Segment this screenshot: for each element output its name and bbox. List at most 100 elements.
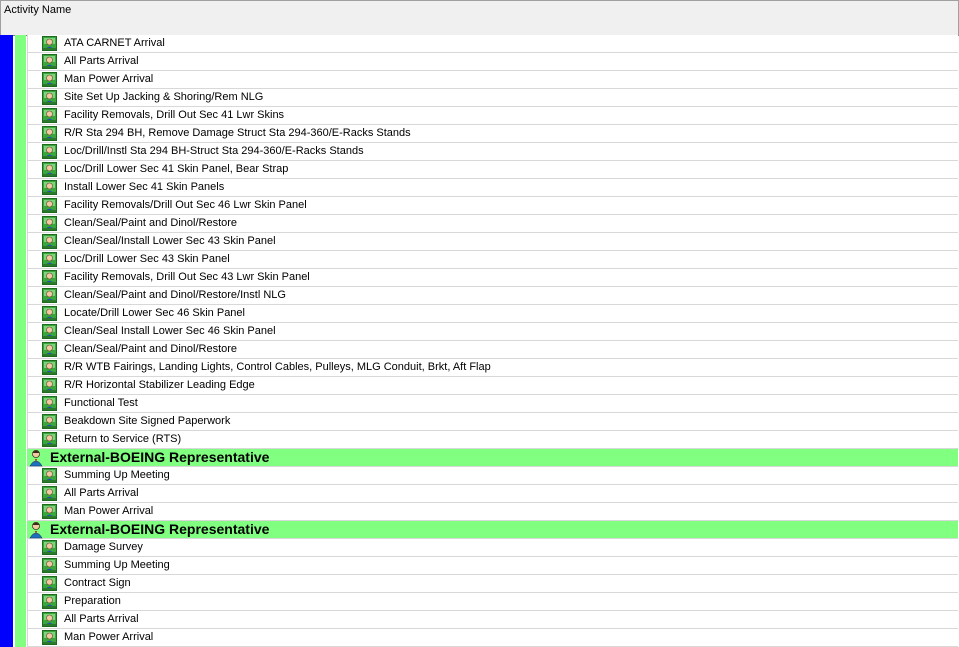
task-person-icon bbox=[42, 360, 57, 375]
activity-name-label: Clean/Seal/Paint and Dinol/Restore bbox=[64, 343, 238, 355]
activity-name-label: Site Set Up Jacking & Shoring/Rem NLG bbox=[64, 91, 264, 103]
row-divider bbox=[27, 503, 28, 521]
activity-row[interactable]: Man Power Arrival bbox=[27, 503, 958, 521]
task-person-icon bbox=[42, 378, 57, 393]
task-person-icon bbox=[42, 630, 57, 645]
activity-name-label: Man Power Arrival bbox=[64, 73, 154, 85]
activity-name-label: Man Power Arrival bbox=[64, 505, 154, 517]
task-person-icon bbox=[42, 144, 57, 159]
activity-row[interactable]: ATA CARNET Arrival bbox=[27, 35, 958, 53]
activity-row[interactable]: Man Power Arrival bbox=[27, 71, 958, 89]
activity-row[interactable]: R/R WTB Fairings, Landing Lights, Contro… bbox=[27, 359, 958, 377]
activity-name-label: All Parts Arrival bbox=[64, 487, 139, 499]
activity-row[interactable]: Summing Up Meeting bbox=[27, 557, 958, 575]
activity-row[interactable]: Clean/Seal Install Lower Sec 46 Skin Pan… bbox=[27, 323, 958, 341]
task-person-icon bbox=[42, 396, 57, 411]
activity-row[interactable]: Facility Removals/Drill Out Sec 46 Lwr S… bbox=[27, 197, 958, 215]
representative-person-icon bbox=[28, 449, 44, 467]
activity-name-label: Clean/Seal/Paint and Dinol/Restore bbox=[64, 217, 238, 229]
activity-name-label: Contract Sign bbox=[64, 577, 131, 589]
row-divider bbox=[27, 89, 28, 107]
activity-name-label: Return to Service (RTS) bbox=[64, 433, 182, 445]
row-divider bbox=[27, 485, 28, 503]
activity-row[interactable]: All Parts Arrival bbox=[27, 53, 958, 71]
activity-row[interactable]: Clean/Seal/Paint and Dinol/Restore/Instl… bbox=[27, 287, 958, 305]
activity-row[interactable]: R/R Sta 294 BH, Remove Damage Struct Sta… bbox=[27, 125, 958, 143]
activity-name-label: Clean/Seal/Paint and Dinol/Restore/Instl… bbox=[64, 289, 286, 301]
task-person-icon bbox=[42, 558, 57, 573]
task-person-icon bbox=[42, 288, 57, 303]
column-header-activity-name[interactable]: Activity Name bbox=[0, 0, 959, 36]
row-divider bbox=[27, 323, 28, 341]
row-divider bbox=[27, 71, 28, 89]
activity-row[interactable]: Facility Removals, Drill Out Sec 43 Lwr … bbox=[27, 269, 958, 287]
activity-row[interactable]: Contract Sign bbox=[27, 575, 958, 593]
activity-name-label: Summing Up Meeting bbox=[64, 469, 170, 481]
group-row[interactable]: External-BOEING Representative bbox=[27, 521, 958, 539]
group-row-label: External-BOEING Representative bbox=[50, 521, 270, 537]
row-divider bbox=[27, 179, 28, 197]
row-divider bbox=[27, 215, 28, 233]
activity-row[interactable]: Beakdown Site Signed Paperwork bbox=[27, 413, 958, 431]
activity-row[interactable]: All Parts Arrival bbox=[27, 611, 958, 629]
activity-row[interactable]: Return to Service (RTS) bbox=[27, 431, 958, 449]
activity-name-label: Loc/Drill Lower Sec 43 Skin Panel bbox=[64, 253, 230, 265]
activity-name-label: Preparation bbox=[64, 595, 121, 607]
activity-name-label: R/R Horizontal Stabilizer Leading Edge bbox=[64, 379, 255, 391]
task-person-icon bbox=[42, 54, 57, 69]
activity-row[interactable]: Clean/Seal/Paint and Dinol/Restore bbox=[27, 215, 958, 233]
activity-row[interactable]: Clean/Seal/Install Lower Sec 43 Skin Pan… bbox=[27, 233, 958, 251]
activity-rows: ATA CARNET Arrival All Parts Arrival Man… bbox=[0, 35, 959, 647]
row-divider bbox=[27, 467, 28, 485]
activity-row[interactable]: Install Lower Sec 41 Skin Panels bbox=[27, 179, 958, 197]
activity-row[interactable]: Man Power Arrival bbox=[27, 629, 958, 647]
activity-name-label: Man Power Arrival bbox=[64, 631, 154, 643]
column-header-label: Activity Name bbox=[4, 4, 72, 16]
task-person-icon bbox=[42, 126, 57, 141]
activity-row[interactable]: Preparation bbox=[27, 593, 958, 611]
task-person-icon bbox=[42, 162, 57, 177]
row-divider bbox=[27, 107, 28, 125]
task-person-icon bbox=[42, 234, 57, 249]
activity-name-label: R/R WTB Fairings, Landing Lights, Contro… bbox=[64, 361, 491, 373]
row-divider bbox=[27, 125, 28, 143]
task-person-icon bbox=[42, 612, 57, 627]
activity-name-label: Locate/Drill Lower Sec 46 Skin Panel bbox=[64, 307, 245, 319]
task-person-icon bbox=[42, 216, 57, 231]
task-person-icon bbox=[42, 594, 57, 609]
activity-row[interactable]: Damage Survey bbox=[27, 539, 958, 557]
task-person-icon bbox=[42, 72, 57, 87]
activity-row[interactable]: Locate/Drill Lower Sec 46 Skin Panel bbox=[27, 305, 958, 323]
row-divider bbox=[27, 431, 28, 449]
activity-name-label: Facility Removals, Drill Out Sec 43 Lwr … bbox=[64, 271, 310, 283]
activity-row[interactable]: Clean/Seal/Paint and Dinol/Restore bbox=[27, 341, 958, 359]
row-divider bbox=[27, 161, 28, 179]
group-row[interactable]: External-BOEING Representative bbox=[27, 449, 958, 467]
activity-row[interactable]: Functional Test bbox=[27, 395, 958, 413]
task-person-icon bbox=[42, 432, 57, 447]
activity-row[interactable]: Loc/Drill Lower Sec 43 Skin Panel bbox=[27, 251, 958, 269]
task-person-icon bbox=[42, 414, 57, 429]
activity-name-label: ATA CARNET Arrival bbox=[64, 37, 165, 49]
task-person-icon bbox=[42, 468, 57, 483]
activity-name-label: All Parts Arrival bbox=[64, 613, 139, 625]
row-divider bbox=[27, 53, 28, 71]
row-divider bbox=[27, 593, 28, 611]
row-divider bbox=[27, 575, 28, 593]
activity-name-label: Damage Survey bbox=[64, 541, 143, 553]
row-divider bbox=[27, 143, 28, 161]
row-divider bbox=[27, 197, 28, 215]
activity-row[interactable]: Site Set Up Jacking & Shoring/Rem NLG bbox=[27, 89, 958, 107]
activity-row[interactable]: Loc/Drill Lower Sec 41 Skin Panel, Bear … bbox=[27, 161, 958, 179]
representative-person-icon bbox=[28, 521, 44, 539]
activity-row[interactable]: Summing Up Meeting bbox=[27, 467, 958, 485]
activity-row[interactable]: R/R Horizontal Stabilizer Leading Edge bbox=[27, 377, 958, 395]
row-divider bbox=[27, 359, 28, 377]
activity-row[interactable]: Loc/Drill/Instl Sta 294 BH-Struct Sta 29… bbox=[27, 143, 958, 161]
row-divider bbox=[27, 341, 28, 359]
activity-row[interactable]: All Parts Arrival bbox=[27, 485, 958, 503]
activity-row[interactable]: Facility Removals, Drill Out Sec 41 Lwr … bbox=[27, 107, 958, 125]
task-person-icon bbox=[42, 36, 57, 51]
activity-name-label: Loc/Drill Lower Sec 41 Skin Panel, Bear … bbox=[64, 163, 289, 175]
task-person-icon bbox=[42, 576, 57, 591]
